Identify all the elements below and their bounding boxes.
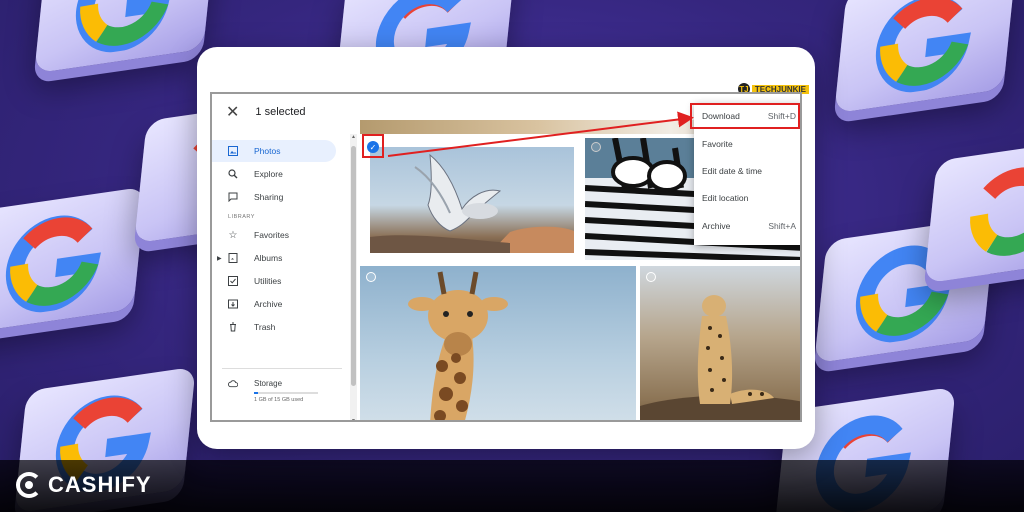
selection-highlight [362, 134, 384, 158]
chat-bubble-icon [228, 192, 238, 202]
context-menu: Download Shift+D Favorite Edit date & ti… [690, 103, 800, 245]
photo-thumbnail-giraffe[interactable] [360, 266, 636, 420]
sidebar-item-label: Albums [254, 253, 283, 263]
expand-caret-icon[interactable]: ▶ [217, 255, 222, 262]
storage-section[interactable]: Storage 1 GB of 15 GB used [228, 378, 318, 403]
photo-icon [228, 146, 238, 156]
storage-progress-fill [254, 392, 259, 394]
cheetah-image [640, 295, 800, 420]
selection-count: 1 selected [255, 106, 306, 118]
cashify-logo: CASHIFY [16, 472, 152, 498]
menu-item-favorite[interactable]: Favorite [694, 133, 800, 155]
cashify-logo-icon [16, 472, 42, 498]
sidebar-item-label: Sharing [254, 192, 284, 202]
sidebar-divider [222, 368, 342, 369]
sidebar-item-albums[interactable]: ▶ Albums [212, 247, 352, 269]
sidebar-item-label: Explore [254, 169, 283, 179]
sidebar-item-explore[interactable]: Explore [212, 163, 352, 185]
storage-usage-text: 1 GB of 15 GB used [254, 397, 304, 403]
footer-bar: CASHIFY [0, 460, 1024, 512]
menu-item-label: Edit date & time [702, 166, 763, 176]
sidebar: Photos Explore Sharing LIBRARY ☆ Favorit… [212, 140, 352, 420]
storage-progress-bar [254, 392, 318, 394]
sidebar-item-photos[interactable]: Photos [212, 140, 336, 162]
sidebar-scrollbar[interactable]: ▲ ▼ [350, 134, 357, 420]
sidebar-item-label: Archive [254, 299, 283, 309]
menu-item-edit-date-time[interactable]: Edit date & time [694, 160, 800, 182]
menu-item-label: Favorite [702, 139, 733, 149]
storage-label: Storage [254, 378, 283, 388]
sidebar-item-trash[interactable]: Trash [212, 316, 352, 338]
scroll-up-arrow-icon[interactable]: ▲ [350, 134, 357, 140]
sidebar-item-label: Utilities [254, 276, 282, 286]
sidebar-item-label: Photos [254, 146, 281, 156]
google-photos-screen: ✕ 1 selected Photos Explore Sharing LIBR… [210, 92, 802, 422]
cloud-icon [228, 378, 238, 388]
menu-item-edit-location[interactable]: Edit location [694, 187, 800, 209]
photo-thumbnail-dove[interactable] [370, 147, 574, 253]
google-logo-tile [34, 0, 216, 74]
close-icon[interactable]: ✕ [226, 102, 239, 122]
archive-icon [228, 299, 238, 309]
dove-image [370, 153, 574, 253]
sidebar-item-utilities[interactable]: Utilities [212, 270, 352, 292]
menu-item-label: Edit location [702, 193, 749, 203]
utilities-icon [228, 276, 238, 286]
screenshot-card: TJ TECHJUNKIE ✕ 1 selected Photos Explor… [197, 47, 815, 449]
menu-item-shortcut: Shift+A [768, 221, 796, 231]
album-icon [228, 253, 238, 263]
select-circle-icon[interactable] [646, 272, 656, 282]
select-circle-icon[interactable] [366, 272, 376, 282]
google-logo-tile [0, 186, 146, 334]
scroll-down-arrow-icon[interactable]: ▼ [350, 418, 357, 420]
sidebar-item-label: Trash [254, 322, 276, 332]
download-highlight [690, 103, 800, 129]
search-icon [228, 169, 238, 179]
photo-thumbnail-cheetah[interactable] [640, 266, 800, 420]
sidebar-item-label: Favorites [254, 230, 289, 240]
scroll-thumb[interactable] [351, 146, 356, 386]
menu-item-label: Archive [702, 221, 731, 231]
library-section-label: LIBRARY [228, 214, 255, 220]
sidebar-item-favorites[interactable]: ☆ Favorites [212, 224, 352, 246]
giraffe-image [408, 271, 508, 420]
google-logo-tile [834, 0, 1016, 114]
sidebar-item-sharing[interactable]: Sharing [212, 186, 352, 208]
sidebar-item-archive[interactable]: Archive [212, 293, 352, 315]
star-icon: ☆ [228, 229, 238, 241]
menu-item-archive[interactable]: Archive Shift+A [694, 215, 800, 237]
brand-name: CASHIFY [48, 472, 152, 497]
google-logo-tile [924, 136, 1024, 284]
trash-icon [228, 322, 238, 332]
select-circle-icon[interactable] [591, 142, 601, 152]
